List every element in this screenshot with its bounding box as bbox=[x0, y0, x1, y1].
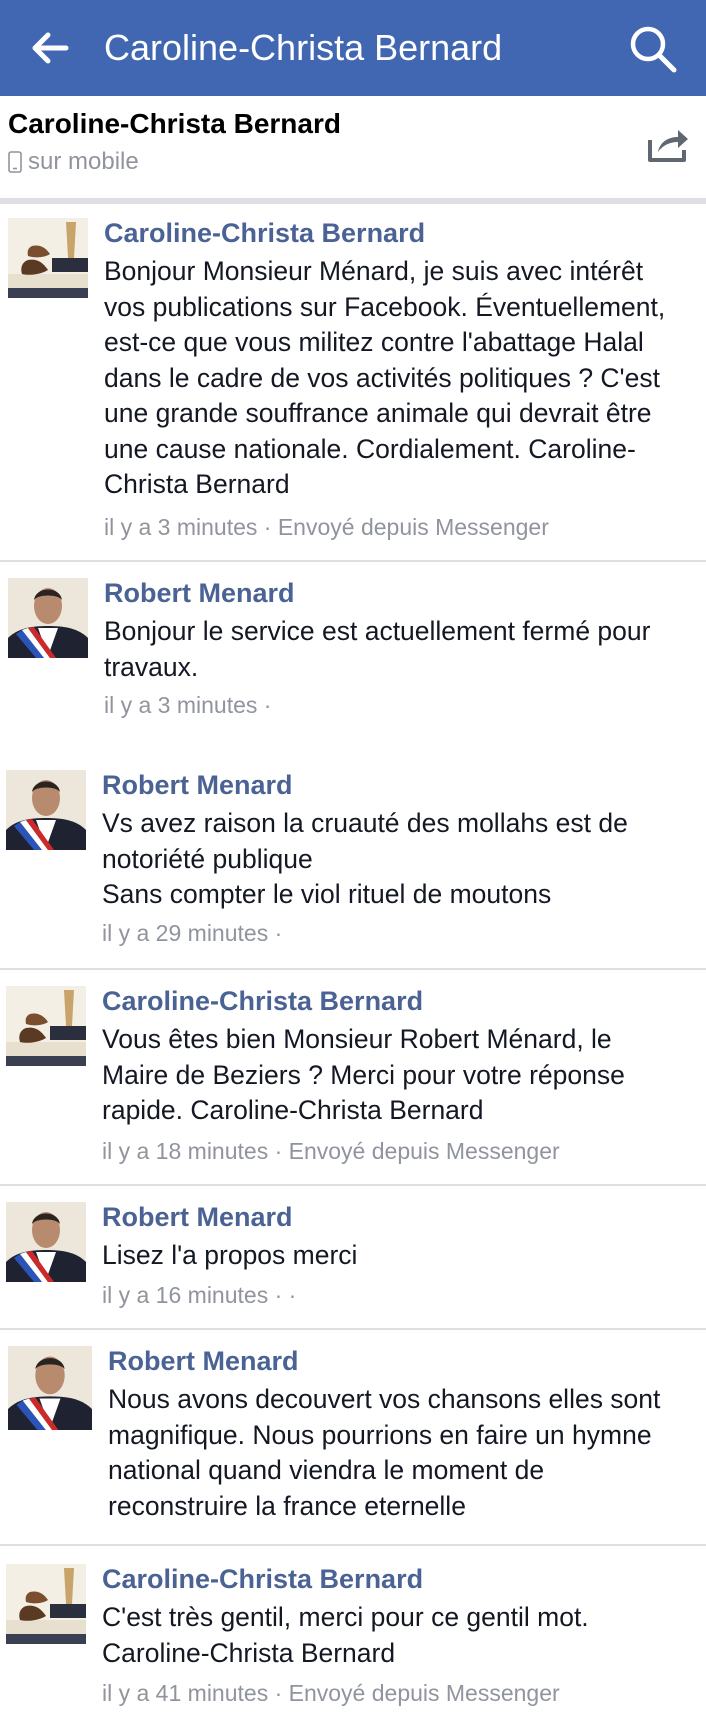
sender-name[interactable]: Caroline-Christa Bernard bbox=[104, 218, 425, 249]
message-item: Caroline-Christa Bernard Bonjour Monsieu… bbox=[0, 204, 706, 562]
message-item: Robert Menard Nous avons decouvert vos c… bbox=[0, 1330, 706, 1546]
shoes-photo bbox=[8, 218, 88, 298]
sender-name[interactable]: Robert Menard bbox=[108, 1346, 299, 1377]
message-text: Vous êtes bien Monsieur Robert Ménard, l… bbox=[102, 1024, 625, 1125]
message-item: Robert Menard Bonjour le service est act… bbox=[0, 562, 706, 748]
message-text: C'est très gentil, merci pour ce gentil … bbox=[102, 1602, 589, 1668]
message-text: Lisez l'a propos merci bbox=[102, 1240, 358, 1270]
avatar[interactable] bbox=[6, 770, 86, 850]
avatar[interactable] bbox=[6, 1202, 86, 1282]
message-item: Robert Menard Lisez l'a propos merci il … bbox=[0, 1186, 706, 1330]
shoes-photo bbox=[6, 1564, 86, 1644]
message-meta: il y a 3 minutes · Envoyé depuis Messeng… bbox=[104, 514, 549, 540]
share-icon[interactable] bbox=[646, 124, 690, 164]
sender-name[interactable]: Robert Menard bbox=[102, 1202, 293, 1233]
sender-name[interactable]: Robert Menard bbox=[104, 578, 295, 609]
message-text: Bonjour Monsieur Ménard, je suis avec in… bbox=[104, 256, 666, 499]
man-portrait-photo bbox=[6, 770, 86, 850]
avatar[interactable] bbox=[6, 1564, 86, 1644]
message-item: Robert Menard Vs avez raison la cruauté … bbox=[0, 750, 706, 970]
avatar[interactable] bbox=[8, 218, 88, 298]
page-title: Caroline-Christa Bernard bbox=[104, 27, 503, 68]
avatar[interactable] bbox=[8, 578, 88, 658]
avatar[interactable] bbox=[8, 1346, 92, 1430]
message-item: Caroline-Christa Bernard C'est très gent… bbox=[0, 1546, 706, 1730]
conversation-name: Caroline-Christa Bernard bbox=[8, 108, 341, 139]
message-meta: il y a 16 minutes · · bbox=[102, 1282, 297, 1308]
message-meta: il y a 29 minutes · bbox=[102, 920, 283, 946]
arrow-left-icon[interactable] bbox=[28, 26, 72, 70]
message-meta: il y a 3 minutes · bbox=[104, 692, 272, 718]
man-portrait-photo bbox=[8, 578, 88, 658]
sender-name[interactable]: Robert Menard bbox=[102, 770, 293, 801]
presence-status: sur mobile bbox=[8, 148, 139, 176]
sender-name[interactable]: Caroline-Christa Bernard bbox=[102, 1564, 423, 1595]
message-text: Vs avez raison la cruauté des mollahs es… bbox=[102, 808, 628, 909]
top-app-bar: Caroline-Christa Bernard bbox=[0, 0, 706, 96]
presence-label: sur mobile bbox=[28, 148, 139, 175]
search-icon[interactable] bbox=[628, 24, 678, 74]
avatar[interactable] bbox=[6, 986, 86, 1066]
message-text: Nous avons decouvert vos chansons elles … bbox=[108, 1384, 661, 1521]
man-portrait-photo bbox=[8, 1346, 92, 1430]
message-meta: il y a 18 minutes · Envoyé depuis Messen… bbox=[102, 1138, 560, 1164]
mobile-phone-icon bbox=[8, 151, 22, 173]
sender-name[interactable]: Caroline-Christa Bernard bbox=[102, 986, 423, 1017]
shoes-photo bbox=[6, 986, 86, 1066]
message-item: Caroline-Christa Bernard Vous êtes bien … bbox=[0, 970, 706, 1186]
man-portrait-photo bbox=[6, 1202, 86, 1282]
conversation-header: Caroline-Christa Bernard sur mobile bbox=[0, 96, 706, 198]
message-text: Bonjour le service est actuellement ferm… bbox=[104, 616, 651, 682]
message-meta: il y a 41 minutes · Envoyé depuis Messen… bbox=[102, 1680, 560, 1706]
